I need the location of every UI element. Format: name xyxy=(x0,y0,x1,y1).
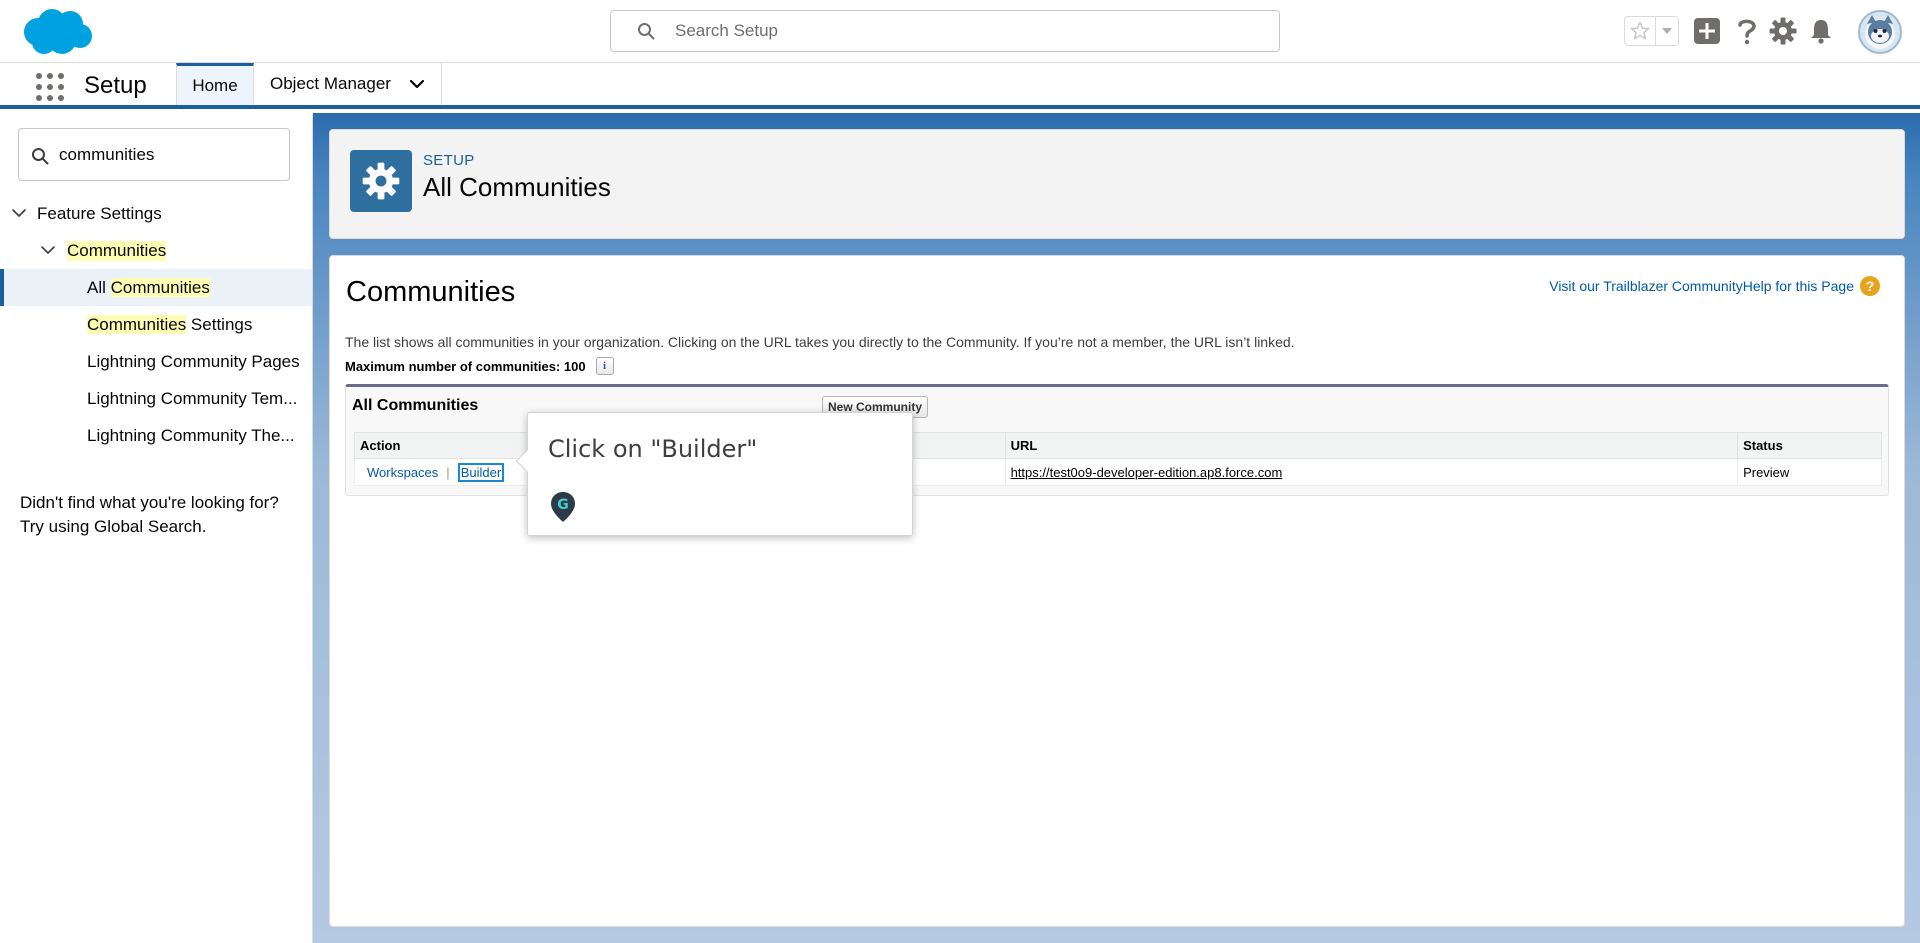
setup-gear-icon xyxy=(350,150,412,212)
tab-home-label: Home xyxy=(192,75,238,95)
setup-gear-icon xyxy=(1769,17,1797,45)
tab-object-manager-label: Object Manager xyxy=(270,74,391,93)
help-button[interactable] xyxy=(1732,16,1762,46)
status-cell: Preview xyxy=(1737,458,1882,486)
url-cell: https://test0o9-developer-edition.ap8.fo… xyxy=(1004,458,1739,486)
tree-item-label: Lightning Community Tem... xyxy=(87,388,298,408)
chevron-down-icon[interactable] xyxy=(409,76,425,92)
tree-item-label: Communities xyxy=(67,240,167,261)
link-separator: | xyxy=(446,464,450,480)
favorites-star-icon xyxy=(1630,21,1650,40)
tree-item-label: Lightning Community Pages xyxy=(87,351,300,371)
tree-item-label: Communities Settings xyxy=(87,314,253,334)
list-title: All Communities xyxy=(352,397,479,414)
help-link-text[interactable]: Visit our Trailblazer CommunityHelp for … xyxy=(1549,278,1854,294)
app-launcher-button[interactable] xyxy=(36,73,64,101)
guide-pin-icon: G xyxy=(551,492,575,522)
search-icon xyxy=(638,23,655,40)
global-header xyxy=(0,0,1920,63)
tree-item-communities-settings[interactable]: Communities Settings xyxy=(0,306,312,343)
tree-item-all-communities[interactable]: All Communities xyxy=(0,269,312,306)
chevron-down-icon[interactable] xyxy=(11,205,27,221)
tab-home[interactable]: Home xyxy=(176,63,254,105)
global-actions-button[interactable] xyxy=(1692,16,1722,46)
header-actions xyxy=(1622,10,1912,54)
search-highlight: Communities xyxy=(110,277,210,297)
notifications-button[interactable] xyxy=(1806,16,1836,46)
setup-sidebar: Feature Settings Communities All Communi… xyxy=(0,113,313,943)
search-highlight: Communities xyxy=(87,314,187,334)
salesforce-cloud-logo[interactable] xyxy=(18,6,94,58)
page-title: All Communities xyxy=(423,172,611,202)
tree-item-lightning-community-themes[interactable]: Lightning Community The... xyxy=(0,417,312,454)
max-communities-line: Maximum number of communities: 100 i xyxy=(345,357,614,375)
max-communities-label: Maximum number of communities: 100 xyxy=(345,358,586,374)
pin-letter: G xyxy=(557,497,569,513)
search-icon xyxy=(32,148,49,165)
content-title: Communities xyxy=(346,276,516,308)
astro-avatar-icon xyxy=(1865,15,1895,49)
community-url-link[interactable]: https://test0o9-developer-edition.ap8.fo… xyxy=(1011,465,1283,480)
help-icon[interactable]: ? xyxy=(1860,276,1880,296)
favorites-group xyxy=(1624,16,1679,46)
quick-find-box[interactable] xyxy=(18,128,290,181)
global-actions-plus-icon xyxy=(1694,18,1720,44)
tree-item-communities[interactable]: Communities xyxy=(0,232,312,269)
global-search-input[interactable] xyxy=(675,19,1255,43)
content-panel: Communities Visit our Trailblazer Commun… xyxy=(329,255,1905,927)
tree-item-label: Feature Settings xyxy=(37,203,162,223)
quick-find-input[interactable] xyxy=(59,143,279,167)
builder-link[interactable]: Builder xyxy=(457,462,505,482)
page-kicker: SETUP xyxy=(423,152,475,169)
help-question-icon xyxy=(1738,19,1756,45)
no-match-line: Try using Global Search. xyxy=(20,517,207,536)
favorites-dropdown-icon xyxy=(1662,28,1673,34)
user-avatar[interactable] xyxy=(1858,10,1902,54)
info-icon[interactable]: i xyxy=(595,357,614,375)
tree-item-lightning-community-pages[interactable]: Lightning Community Pages xyxy=(0,343,312,380)
favorites-dropdown-button[interactable] xyxy=(1656,17,1678,45)
page-header: SETUP All Communities xyxy=(329,129,1905,239)
tree-item-label: All Communities xyxy=(87,277,210,297)
setup-button[interactable] xyxy=(1768,16,1798,46)
tree-item-label: Lightning Community The... xyxy=(87,425,295,445)
help-link[interactable]: Visit our Trailblazer CommunityHelp for … xyxy=(1549,276,1880,296)
guide-tooltip: Click on "Builder" G xyxy=(515,412,913,536)
tree-item-lightning-community-templates[interactable]: Lightning Community Tem... xyxy=(0,380,312,417)
tooltip-text: Click on "Builder" xyxy=(548,435,758,463)
page-description: The list shows all communities in your o… xyxy=(345,334,1295,350)
tree-item-feature-settings[interactable]: Feature Settings xyxy=(0,195,312,232)
workspaces-link[interactable]: Workspaces xyxy=(367,465,438,480)
chevron-down-icon[interactable] xyxy=(40,242,56,258)
notifications-bell-icon xyxy=(1811,20,1831,44)
favorites-button[interactable] xyxy=(1625,17,1657,45)
column-header-url: URL xyxy=(1004,432,1739,459)
column-header-status: Status xyxy=(1737,432,1882,459)
no-match-hint: Didn't find what you're looking for? Try… xyxy=(20,491,300,539)
context-bar: Setup Home Object Manager xyxy=(0,63,1920,109)
global-search-box[interactable] xyxy=(610,10,1280,52)
tab-object-manager[interactable]: Object Manager xyxy=(254,63,442,105)
no-match-line: Didn't find what you're looking for? xyxy=(20,493,279,512)
app-name: Setup xyxy=(84,72,147,99)
